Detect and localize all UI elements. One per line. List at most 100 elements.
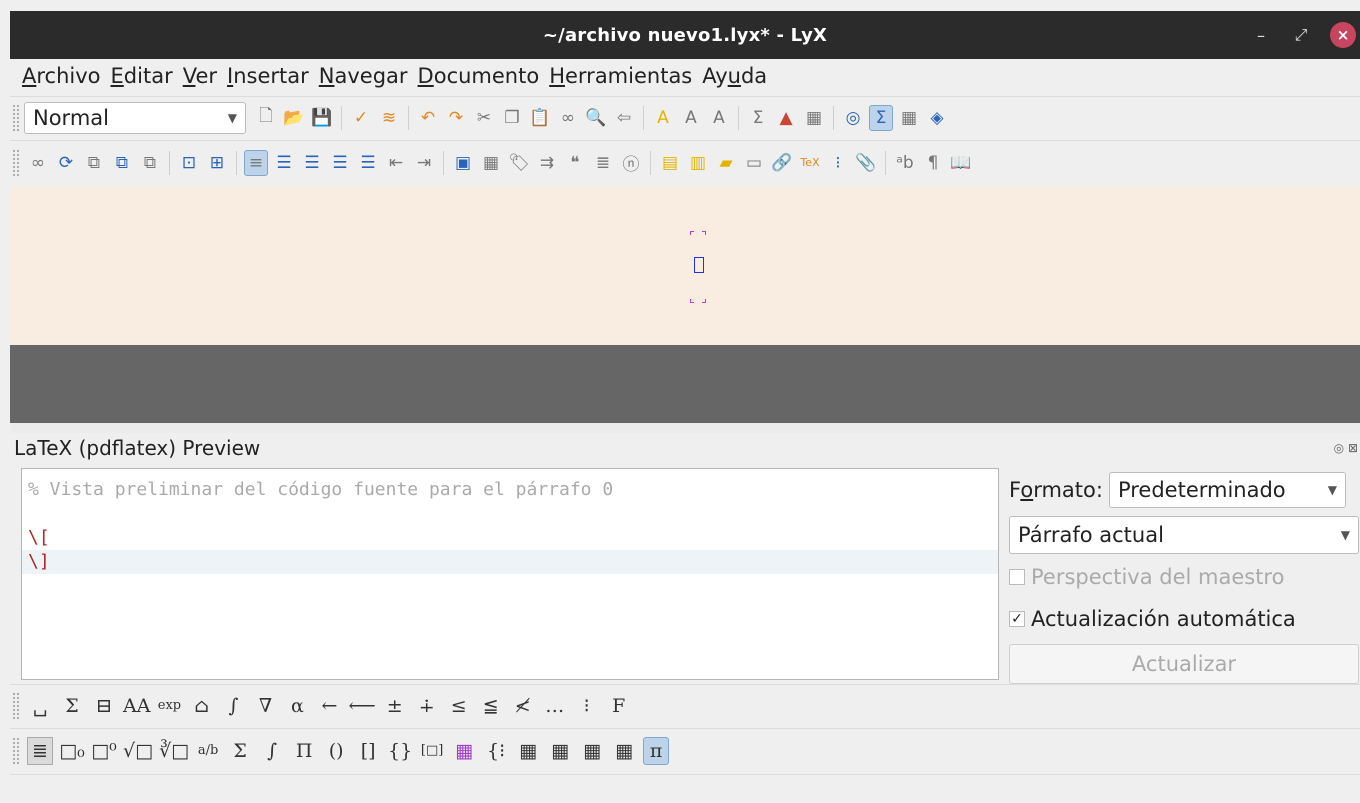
math-symbol-1-icon[interactable]: Σ xyxy=(59,692,85,720)
menu-item-4[interactable]: Navegar xyxy=(319,64,408,88)
scope-select[interactable]: Párrafo actual ▼ xyxy=(1009,516,1359,554)
panel-splitter[interactable] xyxy=(10,423,1360,433)
math-structure-11-icon[interactable]: {} xyxy=(387,737,413,765)
math-structure-4-icon[interactable]: ∛□ xyxy=(159,737,189,765)
toolbar-grip[interactable] xyxy=(12,736,20,765)
latex-source-view[interactable]: % Vista preliminar del código fuente par… xyxy=(21,468,999,680)
panel-controls-icon[interactable]: ◎ ⊠ xyxy=(1334,441,1358,455)
math-structure-7-icon[interactable]: ∫ xyxy=(259,737,285,765)
math-structure-10-icon[interactable]: [] xyxy=(355,737,381,765)
menu-item-2[interactable]: Ver xyxy=(183,64,217,88)
insert-box-icon[interactable]: ▭ xyxy=(742,150,766,176)
math-symbol-3-icon[interactable]: AA xyxy=(123,692,150,720)
math-structure-5-icon[interactable]: a/b xyxy=(195,737,221,765)
apply-style-icon[interactable]: A xyxy=(707,105,731,131)
minimize-icon[interactable]: – xyxy=(1250,26,1272,45)
list-bullet2-icon[interactable]: ☰ xyxy=(300,150,324,176)
auto-update-checkbox[interactable]: ✓ xyxy=(1009,611,1025,627)
menu-item-7[interactable]: Ayuda xyxy=(702,64,767,88)
insert-nomenclature-icon[interactable]: ⓝ xyxy=(619,150,643,176)
update-button[interactable]: Actualizar xyxy=(1009,644,1359,684)
insert-index-icon[interactable]: ≣ xyxy=(591,150,615,176)
menu-item-1[interactable]: Editar xyxy=(111,64,173,88)
source-view-icon[interactable]: ◈ xyxy=(925,105,949,131)
redo-icon[interactable]: ↷ xyxy=(444,105,468,131)
math-structure-17-icon[interactable]: ▦ xyxy=(579,737,605,765)
insert-graphics-icon[interactable]: ▲ xyxy=(774,105,798,131)
math-structure-13-icon[interactable]: ▦ xyxy=(451,737,477,765)
insert-abbreviation-icon[interactable]: ᵃb xyxy=(893,150,917,176)
new-document-icon[interactable]: 🗋 xyxy=(254,105,278,131)
close-icon[interactable]: × xyxy=(1330,22,1356,48)
math-sum-icon[interactable]: Σ xyxy=(746,105,770,131)
math-symbol-16-icon[interactable]: … xyxy=(542,692,568,720)
insert-table-float-icon[interactable]: ▦ xyxy=(479,150,503,176)
menu-item-6[interactable]: Herramientas xyxy=(549,64,692,88)
math-symbol-4-icon[interactable]: exp xyxy=(156,692,182,720)
insert-marginnote-icon[interactable]: ▥ xyxy=(686,150,710,176)
math-symbol-2-icon[interactable]: ⊟ xyxy=(91,692,117,720)
paragraph-style-select[interactable]: Normal ▼ xyxy=(24,101,246,134)
navigator-icon[interactable]: ◎ xyxy=(841,105,865,131)
math-structure-19-icon[interactable]: π xyxy=(643,736,670,765)
master-view-checkbox[interactable] xyxy=(1009,569,1025,585)
insert-label-icon[interactable]: 🏷 xyxy=(507,150,531,176)
insert-attachment-icon[interactable]: 📎 xyxy=(854,150,878,176)
open-folder-icon[interactable]: 📂 xyxy=(282,105,306,131)
list-bullet-icon[interactable]: ☰ xyxy=(272,150,296,176)
view-other-icon[interactable]: ⧉ xyxy=(138,150,162,176)
math-symbol-17-icon[interactable]: ⁝ xyxy=(574,692,600,720)
insert-list-of-icon[interactable]: ⁝ xyxy=(826,150,850,176)
math-structure-8-icon[interactable]: Π xyxy=(291,737,317,765)
format-select[interactable]: Predeterminado ▼ xyxy=(1108,472,1346,508)
menu-item-5[interactable]: Documento xyxy=(418,64,540,88)
math-symbol-18-icon[interactable]: F xyxy=(606,692,632,720)
toolbar-grip[interactable] xyxy=(12,691,20,720)
spellcheck-continuous-icon[interactable]: ≋ xyxy=(377,105,401,131)
noun-icon[interactable]: A xyxy=(679,105,703,131)
math-structure-15-icon[interactable]: ▦ xyxy=(515,737,541,765)
math-structure-14-icon[interactable]: {⁝ xyxy=(483,737,509,765)
math-structure-16-icon[interactable]: ▦ xyxy=(547,737,573,765)
list-numbered-icon[interactable]: ☰ xyxy=(328,150,352,176)
update-master-icon[interactable]: ⧉ xyxy=(110,150,134,176)
math-symbol-10-icon[interactable]: ⟵ xyxy=(348,692,375,720)
document-area[interactable] xyxy=(10,187,1360,345)
math-structure-18-icon[interactable]: ▦ xyxy=(611,737,637,765)
insert-cross-ref-icon[interactable]: ⇉ xyxy=(535,150,559,176)
paragraph-mark-icon[interactable]: ¶ xyxy=(921,150,945,176)
undo-icon[interactable]: ↶ xyxy=(416,105,440,131)
emphasis-icon[interactable]: A xyxy=(651,105,675,131)
insert-note-icon[interactable]: ▰ xyxy=(714,150,738,176)
find-replace-icon[interactable]: ∞ xyxy=(556,105,580,131)
copy-icon[interactable]: ❐ xyxy=(500,105,524,131)
math-structure-9-icon[interactable]: () xyxy=(323,737,349,765)
math-symbol-12-icon[interactable]: ∔ xyxy=(414,692,440,720)
insert-tex-icon[interactable]: TeX xyxy=(798,150,822,176)
menu-item-0[interactable]: Archivo xyxy=(22,64,101,88)
toolbar-grip[interactable] xyxy=(12,103,20,132)
math-symbol-11-icon[interactable]: ± xyxy=(382,692,408,720)
math-structure-2-icon[interactable]: □⁰ xyxy=(91,737,117,765)
list-description-icon[interactable]: ☰ xyxy=(356,150,380,176)
math-symbol-13-icon[interactable]: ≤ xyxy=(446,692,472,720)
save-icon[interactable]: 💾 xyxy=(310,105,334,131)
math-symbol-5-icon[interactable]: ⌂ xyxy=(188,692,214,720)
spellcheck-icon[interactable]: ✓ xyxy=(349,105,373,131)
math-placeholder-cell[interactable] xyxy=(694,257,704,273)
math-structure-3-icon[interactable]: √□ xyxy=(123,737,153,765)
math-inset[interactable] xyxy=(690,231,706,303)
paste-icon[interactable]: 📋 xyxy=(528,105,552,131)
view-pdf-icon[interactable]: ∞ xyxy=(26,150,50,176)
indent-decrease-icon[interactable]: ⇤ xyxy=(384,150,408,176)
align-justify-icon[interactable]: ≡ xyxy=(244,149,268,176)
view-master-icon[interactable]: ⧉ xyxy=(82,150,106,176)
preview-icon[interactable]: ⊞ xyxy=(205,150,229,176)
cut-icon[interactable]: ✂ xyxy=(472,105,496,131)
math-structure-6-icon[interactable]: Σ xyxy=(227,737,253,765)
indent-increase-icon[interactable]: ⇥ xyxy=(412,150,436,176)
maximize-icon[interactable]: ⤢ xyxy=(1290,25,1312,45)
math-symbol-8-icon[interactable]: α xyxy=(284,692,310,720)
math-symbol-0-icon[interactable]: ␣ xyxy=(27,692,53,720)
master-view-checkbox-row[interactable]: Perspectiva del maestro xyxy=(1009,558,1359,596)
